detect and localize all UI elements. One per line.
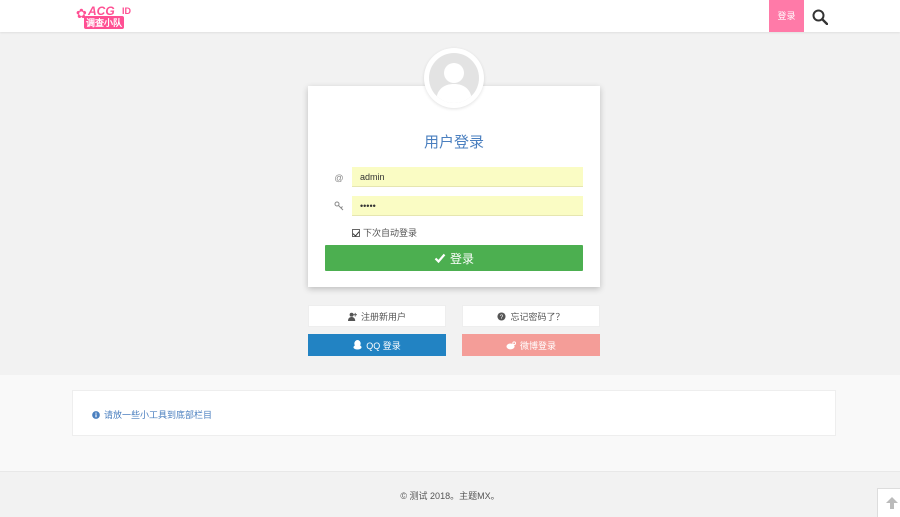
- notice: 请放一些小工具到底部栏目: [92, 408, 212, 421]
- user-avatar-icon: [436, 63, 472, 103]
- svg-text:?: ?: [500, 314, 504, 321]
- forgot-label: 忘记密码了？: [510, 311, 565, 322]
- weibo-icon: [506, 340, 516, 349]
- info-icon: [92, 410, 100, 419]
- remember-me[interactable]: 下次自动登录: [352, 226, 417, 239]
- search-icon[interactable]: [812, 9, 828, 25]
- notice-text: 请放一些小工具到底部栏目: [104, 410, 213, 420]
- remember-checkbox[interactable]: [352, 228, 360, 237]
- forgot-password-button[interactable]: ? 忘记密码了？: [462, 305, 600, 327]
- arrow-up-icon: [886, 497, 898, 509]
- remember-label: 下次自动登录: [363, 228, 418, 238]
- submit-label: 登录: [449, 251, 474, 266]
- submit-login-button[interactable]: 登录: [325, 245, 583, 271]
- key-icon: [334, 201, 344, 211]
- back-to-top-button[interactable]: [877, 488, 900, 517]
- avatar: [429, 53, 479, 103]
- password-field[interactable]: [352, 196, 583, 216]
- footer-text: © 测试 2018。主题MX。: [400, 491, 500, 501]
- site-logo[interactable]: ✿ ACG 调查小队 ID: [76, 4, 134, 29]
- header-login-button[interactable]: 登录: [769, 0, 804, 32]
- login-title: 用户登录: [423, 134, 484, 151]
- check-icon: [434, 253, 446, 264]
- qq-label: QQ 登录: [366, 340, 401, 351]
- at-icon: @: [334, 173, 344, 183]
- logo-text-sub: 调查小队: [84, 16, 125, 29]
- question-icon: ?: [497, 311, 507, 321]
- username-field[interactable]: [352, 167, 583, 187]
- qq-login-button[interactable]: QQ 登录: [308, 334, 446, 356]
- qq-icon: [353, 340, 362, 350]
- logo-text-tail: ID: [122, 6, 131, 16]
- top-header: ✿ ACG 调查小队 ID 登录: [0, 0, 900, 32]
- register-label: 注册新用户: [360, 311, 406, 322]
- user-plus-icon: [347, 312, 357, 321]
- weibo-label: 微博登录: [519, 340, 556, 351]
- weibo-login-button[interactable]: 微博登录: [462, 334, 600, 356]
- register-button[interactable]: 注册新用户: [308, 305, 446, 327]
